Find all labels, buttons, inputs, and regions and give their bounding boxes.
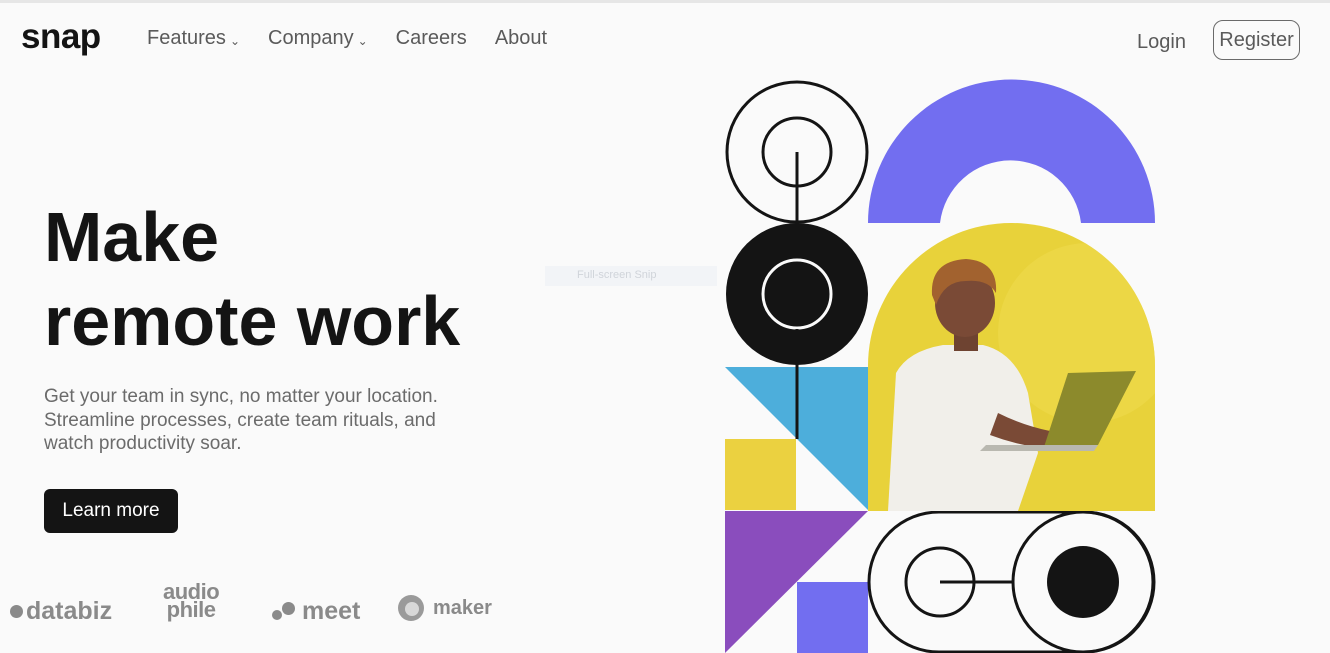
white-ring xyxy=(761,258,833,330)
main-nav: Features ⌄ Company ⌄ Careers About xyxy=(147,27,575,50)
nav-careers-label: Careers xyxy=(395,27,467,49)
pill-outline xyxy=(867,510,1156,653)
hero-title: Make remote work xyxy=(44,195,564,363)
outer-ring-top xyxy=(725,80,869,224)
nav-about-label: About xyxy=(494,27,548,49)
violet-triangle xyxy=(725,511,868,653)
audiophile-logo: audio phile xyxy=(163,581,220,622)
snap-logo[interactable]: snap xyxy=(21,17,101,57)
chevron-down-icon: ⌄ xyxy=(357,33,368,48)
hero-description: Get your team in sync, no matter your lo… xyxy=(44,386,438,454)
pill-dot xyxy=(1047,546,1119,618)
maker-logo: maker xyxy=(398,595,492,621)
learn-more-button[interactable]: Learn more xyxy=(44,489,178,533)
meet-label: meet xyxy=(302,597,361,625)
nav-features-label: Features xyxy=(147,27,226,49)
meet-dots-icon xyxy=(272,600,296,624)
chevron-down-icon: ⌄ xyxy=(229,33,240,48)
purple-arch xyxy=(868,79,1155,224)
nav-about[interactable]: About xyxy=(495,27,547,50)
purple-square xyxy=(797,582,868,653)
databiz-label: databiz xyxy=(26,597,113,625)
databiz-dot-icon xyxy=(10,605,23,618)
person-with-laptop-image xyxy=(868,223,1155,511)
login-link[interactable]: Login xyxy=(1137,31,1186,54)
nav-company[interactable]: Company ⌄ xyxy=(268,27,368,50)
audiophile-line2: phile xyxy=(166,597,216,622)
hero-title-line1: Make xyxy=(44,198,220,276)
nav-features[interactable]: Features ⌄ xyxy=(147,27,240,50)
meet-logo: meet xyxy=(272,597,360,626)
black-circle xyxy=(726,223,868,365)
maker-label: maker xyxy=(433,596,492,619)
blue-triangle xyxy=(725,367,868,510)
nav-company-label: Company xyxy=(268,27,354,49)
nav-careers[interactable]: Careers xyxy=(396,27,467,50)
register-button[interactable]: Register xyxy=(1213,20,1300,60)
yellow-square xyxy=(725,439,796,510)
snip-tooltip: Full-screen Snip xyxy=(545,266,717,286)
inner-ring-top xyxy=(761,116,833,188)
pill-right-ring xyxy=(1011,510,1155,653)
databiz-logo: databiz xyxy=(10,597,112,626)
hero-photo xyxy=(868,223,1155,511)
hero-title-line2: remote work xyxy=(44,282,461,360)
pill-left-ring xyxy=(904,546,976,618)
maker-circle-icon xyxy=(398,595,424,621)
